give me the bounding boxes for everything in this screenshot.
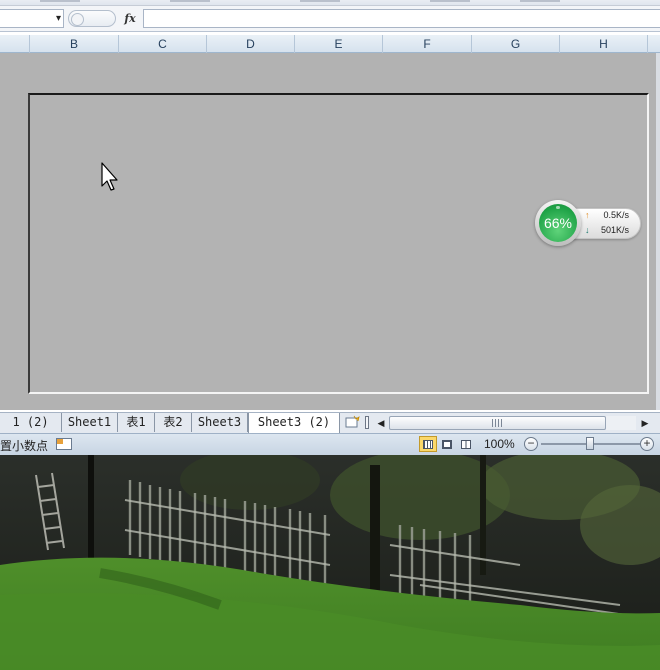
- column-header-a[interactable]: [0, 35, 29, 53]
- sheet-tab-active[interactable]: Sheet3 (2): [248, 413, 340, 433]
- ribbon-group-divider: [300, 0, 340, 2]
- sheet-tab[interactable]: Sheet1: [62, 413, 118, 432]
- vertical-scrollbar[interactable]: [656, 53, 660, 410]
- scroll-left-arrow-icon[interactable]: ◀: [374, 415, 388, 431]
- sheet-tab[interactable]: 表1: [118, 413, 155, 432]
- name-box[interactable]: ▾: [0, 9, 64, 28]
- scrollbar-grip-icon: [492, 419, 502, 427]
- status-message: 置小数点: [0, 439, 49, 453]
- tab-split-icon[interactable]: [365, 416, 369, 429]
- network-speed-widget[interactable]: 66% ↑ 0.5K/s ↓ 501K/s: [535, 200, 641, 246]
- upload-speed: 0.5K/s: [603, 210, 629, 220]
- column-header-b[interactable]: B: [29, 35, 118, 53]
- ribbon-group-divider: [520, 0, 560, 2]
- zoom-in-icon[interactable]: +: [640, 437, 654, 451]
- zoom-level[interactable]: 100%: [484, 437, 515, 451]
- sheet-tabs-bar: 1 (2) Sheet1 表1 表2 Sheet3 Sheet3 (2) ◀ ▶: [0, 412, 660, 433]
- zoom-slider-thumb[interactable]: [586, 437, 594, 450]
- download-speed: 501K/s: [600, 225, 629, 235]
- column-header-g[interactable]: G: [471, 35, 559, 53]
- column-header-row: B C D E F G H: [0, 35, 660, 53]
- memory-usage-ball[interactable]: 66%: [539, 204, 577, 242]
- column-header-e[interactable]: E: [294, 35, 382, 53]
- horizontal-scrollbar-thumb[interactable]: [389, 416, 606, 430]
- macro-record-icon[interactable]: [56, 438, 72, 450]
- mouse-pointer-icon: [101, 162, 118, 191]
- normal-view-icon[interactable]: [419, 436, 437, 452]
- fx-icon[interactable]: fx: [120, 10, 140, 27]
- sheet-tab[interactable]: 1 (2): [0, 413, 62, 432]
- column-header-d[interactable]: D: [206, 35, 294, 53]
- column-header-f[interactable]: F: [382, 35, 471, 53]
- column-header-h[interactable]: H: [559, 35, 647, 53]
- speed-ball-ring: 66%: [535, 200, 581, 246]
- upload-speed-row: ↑ 0.5K/s: [585, 210, 629, 220]
- ribbon-group-divider: [40, 0, 80, 2]
- insert-sheet-icon[interactable]: [344, 415, 362, 430]
- page-layout-view-icon[interactable]: [438, 436, 456, 452]
- download-speed-row: ↓ 501K/s: [585, 225, 629, 235]
- formula-input[interactable]: [143, 9, 660, 28]
- scroll-right-arrow-icon[interactable]: ▶: [638, 415, 652, 431]
- sheet-tab[interactable]: 表2: [155, 413, 192, 432]
- download-arrow-icon: ↓: [585, 225, 590, 235]
- column-header-i[interactable]: [647, 35, 660, 53]
- page-break-view-icon[interactable]: [457, 436, 475, 452]
- name-box-dropdown-icon[interactable]: ▾: [56, 13, 61, 24]
- formula-bar: ▾ fx: [0, 6, 660, 32]
- ribbon-group-divider: [170, 0, 210, 2]
- status-bar: 置小数点 100% − +: [0, 433, 660, 455]
- formula-cancel-icon[interactable]: [68, 10, 116, 27]
- sheet-tab[interactable]: Sheet3: [192, 413, 248, 432]
- ribbon-group-divider: [430, 0, 470, 2]
- zoom-out-icon[interactable]: −: [524, 437, 538, 451]
- horizontal-scrollbar-track[interactable]: [606, 416, 636, 430]
- column-header-c[interactable]: C: [118, 35, 206, 53]
- upload-arrow-icon: ↑: [585, 210, 590, 220]
- desktop-wallpaper-photo: [0, 455, 660, 670]
